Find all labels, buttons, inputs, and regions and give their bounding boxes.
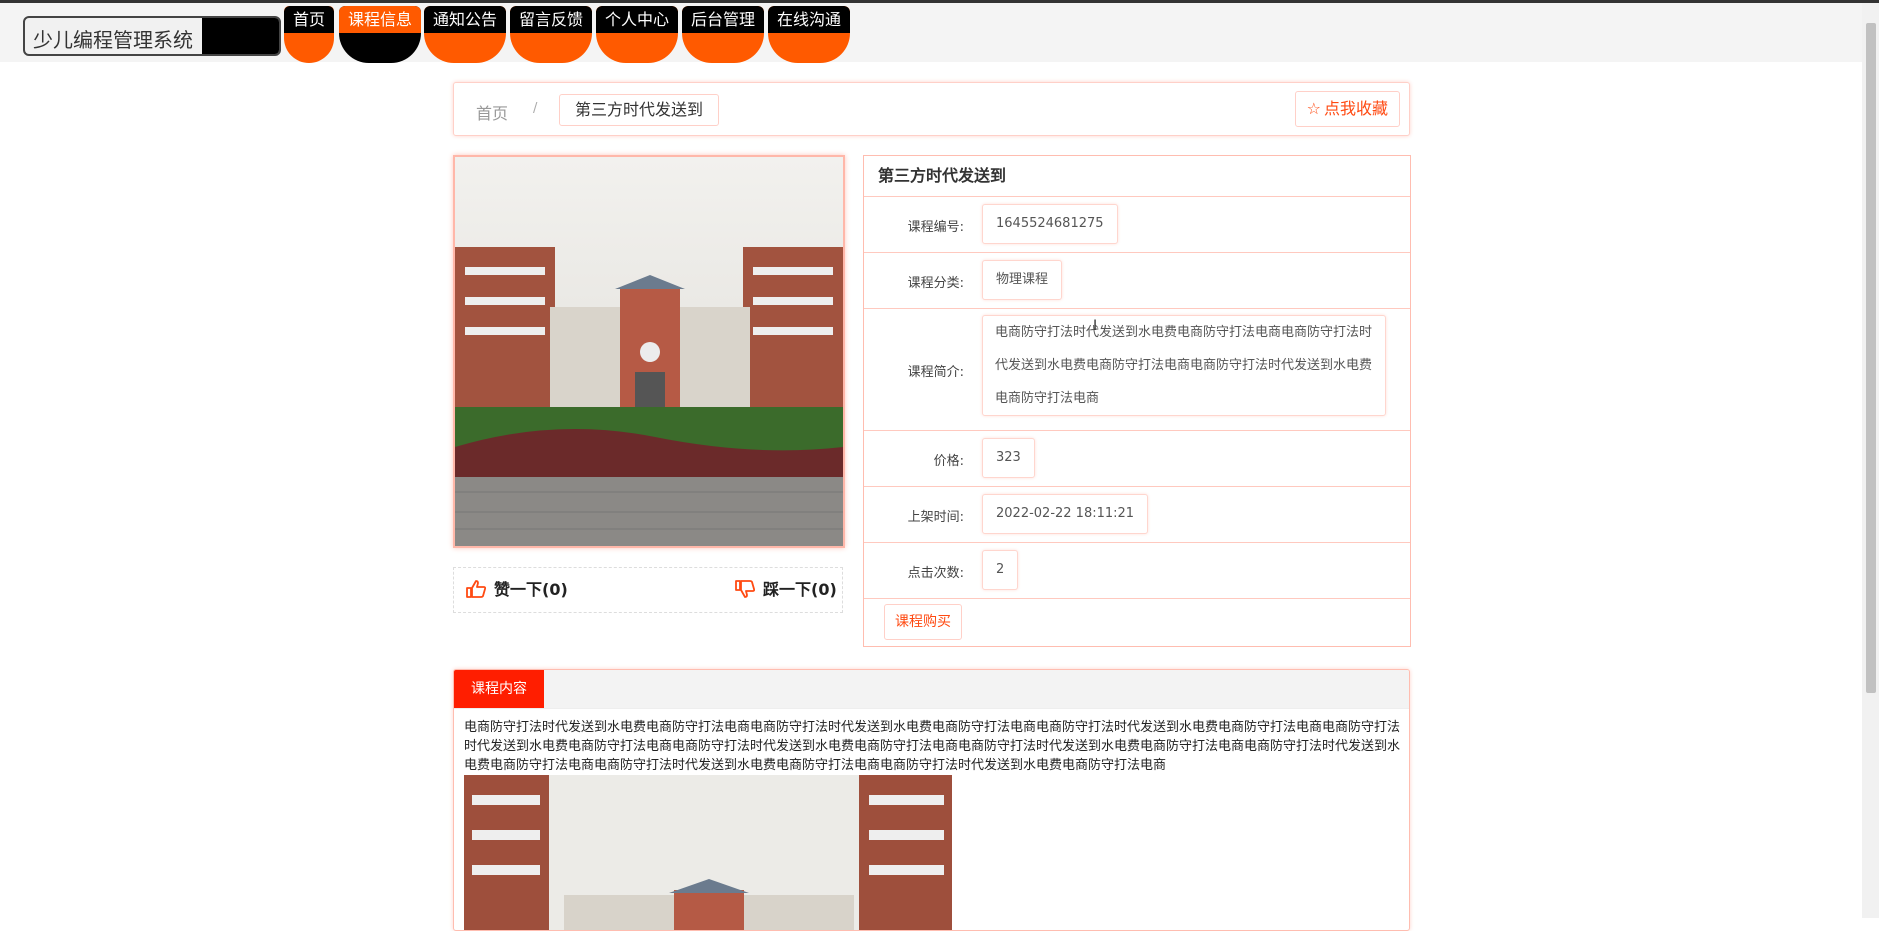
buy-course-button[interactable]: 课程购买: [884, 604, 962, 640]
header: 少儿编程管理系统 首页 课程信息 通知公告 留言反馈 个人中心 后台管理 在线沟…: [0, 3, 1862, 63]
nav-feedback[interactable]: 留言反馈: [510, 6, 592, 63]
scrollbar-thumb[interactable]: [1866, 23, 1876, 693]
nav-admin-label: 后台管理: [682, 6, 764, 33]
breadcrumb: 首页 / 第三方时代发送到 ☆ 点我收藏: [453, 82, 1410, 136]
school-building-photo: [455, 157, 843, 546]
detail-label: 价格:: [933, 454, 964, 469]
vote-bar: 赞一下(0) 踩一下(0): [453, 567, 843, 613]
detail-row-id: 课程编号: 1645524681275: [864, 197, 1410, 253]
detail-label: 课程分类:: [907, 276, 964, 291]
nav-profile[interactable]: 个人中心: [596, 6, 678, 63]
detail-value: 1645524681275: [982, 204, 1118, 244]
detail-value: 323: [982, 438, 1035, 478]
favorite-button[interactable]: ☆ 点我收藏: [1294, 91, 1400, 127]
thumbs-up-icon: [466, 580, 486, 598]
detail-row-intro: 课程简介: 电商防守打法时代发送到水电费电商防守打法电商电商防守打法时代发送到水…: [864, 309, 1410, 431]
course-image: [453, 155, 845, 548]
nav-chat[interactable]: 在线沟通: [768, 6, 850, 63]
nav-courses-label: 课程信息: [339, 6, 421, 33]
breadcrumb-separator: /: [533, 101, 538, 116]
page-scrollbar[interactable]: [1862, 3, 1879, 918]
dislike-label: 踩一下(0): [763, 580, 837, 599]
course-detail-panel: 第三方时代发送到 课程编号: 1645524681275 课程分类: 物理课程 …: [863, 155, 1411, 647]
nav-home-label: 首页: [284, 6, 334, 33]
nav-admin[interactable]: 后台管理: [682, 6, 764, 63]
detail-label: 上架时间:: [907, 510, 964, 525]
thumbs-down-icon: [735, 580, 755, 598]
detail-title: 第三方时代发送到: [864, 156, 1410, 197]
brand-search-box[interactable]: [202, 18, 279, 54]
nav-feedback-label: 留言反馈: [510, 6, 592, 33]
nav-courses[interactable]: 课程信息: [339, 6, 421, 63]
detail-value: 电商防守打法时代发送到水电费电商防守打法电商电商防守打法时代发送到水电费电商防守…: [982, 315, 1386, 416]
detail-label: 课程简介:: [907, 365, 964, 380]
detail-row-category: 课程分类: 物理课程: [864, 253, 1410, 309]
detail-value: 2022-02-22 18:11:21: [982, 494, 1149, 534]
detail-row-price: 价格: 323: [864, 431, 1410, 487]
brand-title: 少儿编程管理系统: [33, 28, 193, 52]
star-icon: ☆: [1306, 99, 1321, 118]
nav-notices[interactable]: 通知公告: [424, 6, 506, 63]
course-content-text: 电商防守打法时代发送到水电费电商防守打法电商电商防守打法时代发送到水电费电商防守…: [464, 720, 1401, 773]
text-cursor-icon: I: [1093, 318, 1098, 334]
detail-label: 课程编号:: [907, 220, 964, 235]
course-content-image: [464, 775, 952, 930]
nav-notices-label: 通知公告: [424, 6, 506, 33]
site-brand[interactable]: 少儿编程管理系统: [23, 16, 281, 56]
tab-course-content[interactable]: 课程内容: [454, 670, 544, 708]
breadcrumb-current: 第三方时代发送到: [559, 94, 720, 126]
nav-profile-label: 个人中心: [596, 6, 678, 33]
nav-home[interactable]: 首页: [284, 6, 334, 63]
content-tabbar: 课程内容: [454, 670, 1409, 709]
detail-row-clicks: 点击次数: 2: [864, 543, 1410, 599]
detail-actions: 课程购买: [864, 599, 1410, 647]
detail-row-date: 上架时间: 2022-02-22 18:11:21: [864, 487, 1410, 543]
nav-chat-label: 在线沟通: [768, 6, 850, 33]
detail-value: 物理课程: [982, 260, 1063, 300]
detail-label: 点击次数:: [907, 566, 964, 581]
like-label: 赞一下(0): [494, 580, 568, 599]
course-content-panel: 课程内容 电商防守打法时代发送到水电费电商防守打法电商电商防守打法时代发送到水电…: [453, 669, 1410, 931]
breadcrumb-home[interactable]: 首页: [476, 100, 508, 124]
detail-value: 2: [982, 550, 1019, 590]
favorite-label: 点我收藏: [1323, 99, 1388, 118]
school-building-photo: [464, 775, 952, 930]
